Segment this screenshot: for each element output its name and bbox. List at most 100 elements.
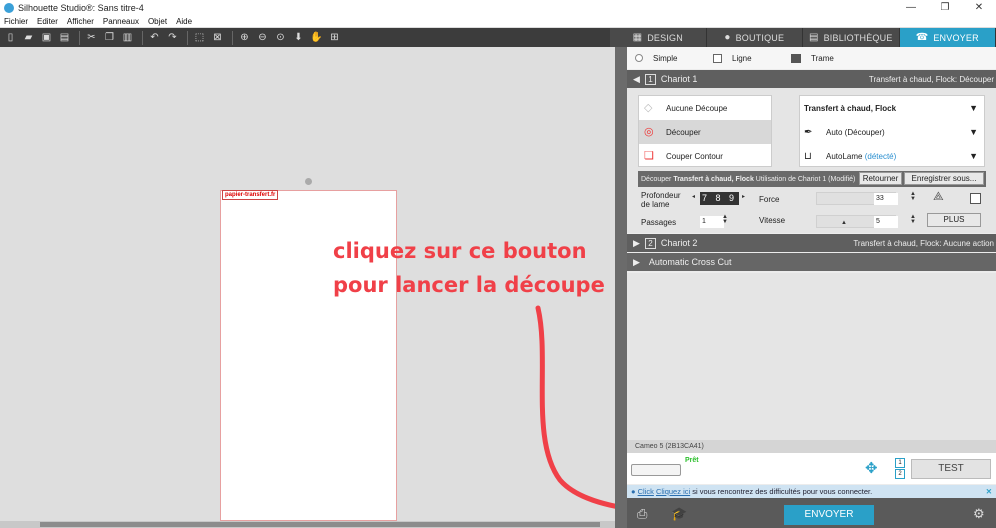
chariot1-body: ◇ Aucune Découpe ◎ Découper ❏ Couper Contou… bbox=[627, 88, 996, 233]
spin-icon[interactable]: ▲ ▼ bbox=[910, 191, 916, 202]
detail-suffix: Utilisation de Chariot 1 (Modifié) bbox=[755, 175, 856, 183]
new-icon[interactable]: ▯ bbox=[3, 31, 18, 45]
mode-ligne[interactable]: Ligne bbox=[713, 53, 783, 63]
cut-icon[interactable]: ✂ bbox=[84, 31, 99, 45]
tool-stack[interactable]: 1 2 bbox=[895, 458, 905, 480]
menu-afficher[interactable]: Afficher bbox=[67, 17, 94, 26]
menu-bar: Fichier Editer Afficher Panneaux Objet A… bbox=[0, 15, 996, 27]
minimize-button[interactable]: — bbox=[894, 0, 928, 15]
horizontal-scrollbar[interactable] bbox=[0, 521, 615, 528]
maximize-button[interactable]: ❐ bbox=[928, 0, 962, 15]
material-select[interactable]: Transfert à chaud, Flock ▼ bbox=[800, 96, 984, 120]
toolbar-divider bbox=[142, 30, 143, 45]
passages-value[interactable]: 1 bbox=[700, 216, 724, 228]
blade-depth-selector[interactable]: 7 8 9 bbox=[700, 192, 740, 205]
cut-shape-icon: ◎ bbox=[644, 126, 654, 138]
save-as-button[interactable]: Enregistrer sous... bbox=[904, 172, 984, 185]
zoom-out-icon[interactable]: ⊖ bbox=[255, 31, 270, 45]
chariot1-header[interactable]: ◀ 1 Chariot 1 Transfert à chaud, Flock: … bbox=[627, 70, 996, 88]
move-down-icon[interactable]: ⬇ bbox=[291, 31, 306, 45]
tool-select[interactable]: ⊔ AutoLame (détecté) ▼ bbox=[800, 144, 984, 168]
gear-icon[interactable]: ⚙ bbox=[973, 506, 985, 522]
rotate-handle[interactable] bbox=[305, 178, 312, 185]
zoom-fit-icon[interactable]: ⊙ bbox=[273, 31, 288, 45]
action-couper-contour[interactable]: ❏ Couper Contour bbox=[639, 144, 771, 168]
tab-boutique[interactable]: ● BOUTIQUE bbox=[707, 28, 803, 47]
save-icon[interactable]: ▣ bbox=[39, 31, 54, 45]
action-aucune-decoupe[interactable]: ◇ Aucune Découpe bbox=[639, 96, 771, 120]
design-text-object[interactable]: papier-transfert.fr bbox=[222, 190, 279, 200]
menu-objet[interactable]: Objet bbox=[148, 17, 167, 26]
help-info-bar: ● Click Cliquez ici si vous rencontrez d… bbox=[627, 485, 996, 498]
retourner-button[interactable]: Retourner bbox=[859, 172, 902, 185]
action-label: Couper Contour bbox=[666, 151, 723, 161]
select-icon[interactable]: ⬚ bbox=[192, 31, 207, 45]
mode-label: Simple bbox=[653, 53, 678, 63]
action-decouper[interactable]: ◎ Découper bbox=[639, 120, 771, 144]
force-value[interactable]: 33 bbox=[874, 193, 898, 205]
machine-settings-icon[interactable]: ⎙ bbox=[637, 506, 647, 522]
tutorial-hat-icon[interactable]: 🎓 bbox=[671, 506, 687, 522]
slider-thumb-icon[interactable]: ▲ bbox=[841, 220, 847, 226]
open-icon[interactable]: ▰ bbox=[21, 31, 36, 45]
redo-icon[interactable]: ↷ bbox=[165, 31, 180, 45]
bottom-action-bar: ⎙ 🎓 ENVOYER ⚙ bbox=[627, 498, 996, 528]
tool-detected: (détecté) bbox=[864, 151, 897, 161]
action-select[interactable]: ✒ Auto (Découper) ▼ bbox=[800, 120, 984, 144]
tool-slot-1[interactable]: 1 bbox=[895, 458, 905, 468]
spin-icon[interactable]: ▲ ▼ bbox=[910, 214, 916, 225]
print-icon[interactable]: ▤ bbox=[57, 31, 72, 45]
fit-page-icon[interactable]: ⊞ bbox=[327, 31, 342, 45]
arrow-left-icon[interactable]: ◂ bbox=[692, 194, 695, 200]
toolbar-divider bbox=[79, 30, 80, 45]
library-icon: ▤ bbox=[808, 32, 819, 43]
annotation-line-2: pour lancer la découpe bbox=[333, 273, 605, 297]
speed-value[interactable]: 5 bbox=[874, 216, 898, 228]
action-label: Découper bbox=[666, 127, 701, 137]
scrollbar-thumb[interactable] bbox=[40, 522, 600, 527]
app-logo-icon bbox=[4, 2, 14, 13]
menu-aide[interactable]: Aide bbox=[176, 17, 192, 26]
profondeur-label: Profondeur de lame bbox=[641, 191, 681, 209]
tab-envoyer[interactable]: ☎ ENVOYER bbox=[899, 28, 996, 47]
action-value: Auto (Découper) bbox=[826, 127, 885, 137]
title-bar: Silhouette Studio®: Sans titre-4 — ❐ ✕ bbox=[0, 0, 996, 15]
tab-bibliotheque[interactable]: ▤ BIBLIOTHÈQUE bbox=[803, 28, 900, 47]
envoyer-button[interactable]: ENVOYER bbox=[784, 505, 874, 525]
tab-design[interactable]: ▦ DESIGN bbox=[610, 28, 707, 47]
annotation-line-1: cliquez sur ce bouton bbox=[333, 239, 587, 263]
spin-icon[interactable]: ▲ ▼ bbox=[722, 214, 728, 225]
shop-icon: ● bbox=[724, 32, 731, 43]
action-label: Aucune Découpe bbox=[666, 103, 728, 113]
help-link-cliquez[interactable]: Cliquez ici bbox=[656, 487, 690, 496]
tab-label: BIBLIOTHÈQUE bbox=[823, 32, 893, 43]
panel-splitter[interactable] bbox=[615, 47, 627, 528]
menu-panneaux[interactable]: Panneaux bbox=[103, 17, 139, 26]
chariot2-header[interactable]: ▶ 2 Chariot 2 Transfert à chaud, Flock: … bbox=[627, 234, 996, 252]
arrow-right-icon[interactable]: ▸ bbox=[742, 194, 745, 200]
menu-fichier[interactable]: Fichier bbox=[4, 17, 28, 26]
move-arrows-icon[interactable]: ✥ bbox=[865, 459, 878, 477]
close-icon[interactable]: ✕ bbox=[986, 485, 992, 498]
test-button[interactable]: TEST bbox=[911, 459, 991, 479]
close-button[interactable]: ✕ bbox=[962, 0, 996, 15]
device-name: Cameo 5 (2B13CA41) bbox=[627, 440, 996, 453]
cross-cut-box-icon[interactable] bbox=[970, 193, 981, 204]
tool-number: 2 bbox=[644, 237, 656, 249]
zoom-in-icon[interactable]: ⊕ bbox=[237, 31, 252, 45]
blade-triangle-icon: ⟁ bbox=[933, 189, 944, 203]
menu-editer[interactable]: Editer bbox=[37, 17, 58, 26]
paste-icon[interactable]: ▥ bbox=[120, 31, 135, 45]
tool-slot-2[interactable]: 2 bbox=[895, 469, 905, 479]
pan-icon[interactable]: ✋ bbox=[309, 31, 324, 45]
mode-trame[interactable]: Trame bbox=[791, 53, 861, 63]
help-link[interactable]: Click bbox=[638, 487, 654, 496]
copy-icon[interactable]: ❐ bbox=[102, 31, 117, 45]
deselect-icon[interactable]: ⊠ bbox=[210, 31, 225, 45]
tab-label: ENVOYER bbox=[933, 32, 979, 43]
crosscut-header[interactable]: ▶ Automatic Cross Cut bbox=[627, 253, 996, 271]
plus-button[interactable]: PLUS bbox=[927, 213, 981, 227]
mode-simple[interactable]: Simple bbox=[635, 54, 705, 63]
toolbar: ▯ ▰ ▣ ▤ ✂ ❐ ▥ ↶ ↷ ⬚ ⊠ ⊕ ⊖ ⊙ ⬇ ✋ ⊞ bbox=[0, 28, 610, 47]
undo-icon[interactable]: ↶ bbox=[147, 31, 162, 45]
